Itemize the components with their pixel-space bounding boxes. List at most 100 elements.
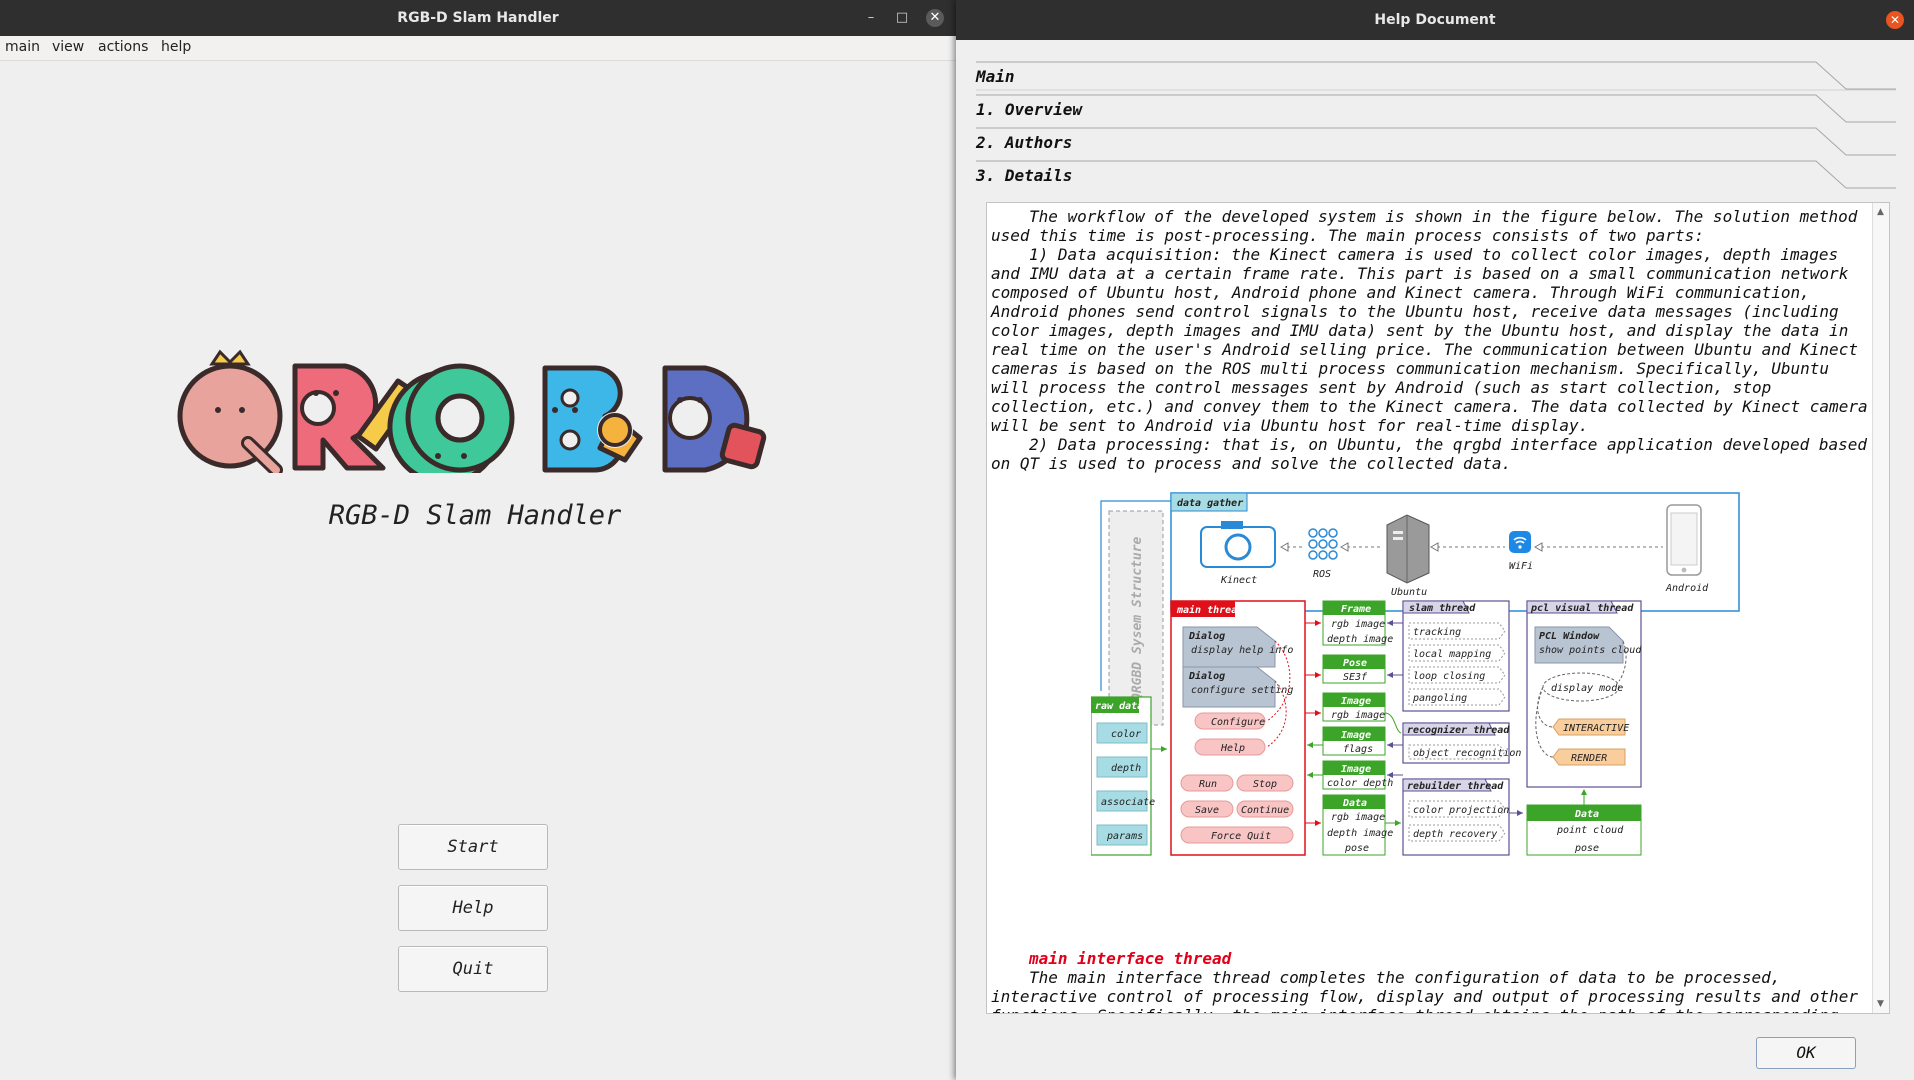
- section-main[interactable]: Main: [976, 61, 1896, 93]
- scroll-down-icon[interactable]: ▼: [1877, 999, 1884, 1009]
- section-details[interactable]: 3. Details: [976, 160, 1896, 192]
- output-data-title: Data: [1574, 809, 1599, 820]
- minimize-button[interactable]: –: [862, 9, 880, 27]
- svg-text:rgb image: rgb image: [1331, 812, 1385, 823]
- menu-actions[interactable]: actions: [98, 39, 148, 55]
- section-details-label: 3. Details: [976, 166, 1073, 185]
- pose-block: Pose SE3f: [1322, 654, 1386, 684]
- force-quit-node: Force Quit: [1211, 831, 1271, 842]
- image-block: Image rgb image: [1322, 692, 1386, 722]
- android-label: Android: [1665, 583, 1709, 594]
- main-window: RGB-D Slam Handler – □ ✕ main view actio…: [0, 0, 956, 1080]
- mode-interactive: INTERACTIVE: [1563, 723, 1629, 734]
- svg-text:Pose: Pose: [1343, 658, 1367, 669]
- scroll-up-icon[interactable]: ▲: [1877, 207, 1884, 217]
- menu-view[interactable]: view: [52, 39, 84, 55]
- help-document-window: Help Document ✕ Main 1. Overview 2. Auth…: [956, 0, 1914, 1080]
- dialog-title: Dialog: [1188, 630, 1225, 642]
- details-text-area[interactable]: The workflow of the developed system is …: [986, 202, 1890, 1014]
- frame-block: Frame rgb image depth image: [1322, 600, 1393, 646]
- ubuntu-server-icon: [1386, 514, 1430, 584]
- paragraph: 2) Data processing: that is, on Ubuntu, …: [991, 435, 1868, 473]
- menu-help[interactable]: help: [161, 39, 191, 55]
- help-button[interactable]: Help: [398, 885, 548, 931]
- main-titlebar: RGB-D Slam Handler – □ ✕: [0, 0, 956, 36]
- slam-item: local mapping: [1413, 649, 1491, 660]
- mode-render: RENDER: [1571, 753, 1607, 764]
- pcl-thread-title: pcl visual thread: [1530, 602, 1634, 614]
- structure-label: QRGBD Sysem Structure: [1130, 536, 1145, 701]
- ok-button[interactable]: OK: [1756, 1037, 1856, 1069]
- wifi-label: WiFi: [1509, 561, 1533, 572]
- close-button[interactable]: ✕: [926, 9, 944, 27]
- raw-data-item: depth: [1111, 763, 1141, 774]
- maximize-button[interactable]: □: [893, 9, 911, 27]
- data-gather-title: data gather: [1177, 498, 1243, 509]
- svg-text:Image: Image: [1341, 730, 1371, 741]
- svg-text:color depth: color depth: [1327, 778, 1393, 789]
- svg-text:depth image: depth image: [1327, 634, 1393, 645]
- paragraph: 1) Data acquisition: the Kinect camera i…: [991, 245, 1868, 435]
- svg-text:rgb image: rgb image: [1331, 710, 1385, 721]
- svg-text:Image: Image: [1341, 764, 1371, 775]
- continue-node: Continue: [1241, 805, 1289, 816]
- slam-item: pangoling: [1412, 693, 1467, 704]
- vertical-scrollbar[interactable]: ▲ ▼: [1872, 203, 1889, 1013]
- ubuntu-label: Ubuntu: [1391, 587, 1427, 598]
- run-node: Run: [1199, 779, 1217, 790]
- configure-node: Configure: [1211, 717, 1265, 728]
- recognizer-thread-title: recognizer thread: [1407, 724, 1510, 736]
- section-overview[interactable]: 1. Overview: [976, 94, 1896, 126]
- help-close-button[interactable]: ✕: [1886, 11, 1904, 29]
- menu-bar: main view actions help: [0, 36, 956, 61]
- details-content: The workflow of the developed system is …: [991, 207, 1869, 1013]
- app-name-label: RGB-D Slam Handler: [328, 500, 622, 531]
- start-button[interactable]: Start: [398, 824, 548, 870]
- section-main-label: Main: [976, 67, 1015, 86]
- ros-icon: [1308, 528, 1338, 560]
- help-window-title: Help Document: [1374, 12, 1496, 28]
- svg-text:Image: Image: [1341, 696, 1371, 707]
- section-authors-label: 2. Authors: [976, 133, 1073, 152]
- svg-text:SE3f: SE3f: [1343, 672, 1368, 683]
- slam-item: tracking: [1413, 627, 1461, 638]
- dialog-text: display help info: [1191, 645, 1293, 656]
- raw-data-item: color: [1111, 729, 1141, 740]
- rebuilder-item: color projection: [1413, 805, 1509, 816]
- quit-button[interactable]: Quit: [398, 946, 548, 992]
- output-data-row: point cloud: [1556, 825, 1624, 836]
- rebuilder-item: depth recovery: [1413, 829, 1497, 840]
- pcl-window-title: PCL Window: [1539, 630, 1600, 642]
- window-title: RGB-D Slam Handler: [397, 10, 559, 26]
- paragraph: The main interface thread completes the …: [991, 968, 1858, 1013]
- slam-item: loop closing: [1413, 671, 1485, 682]
- section-authors[interactable]: 2. Authors: [976, 127, 1896, 159]
- dialog-title: Dialog: [1188, 670, 1225, 682]
- section-overview-label: 1. Overview: [976, 100, 1082, 119]
- kinect-icon: [1200, 521, 1276, 568]
- paragraph: The workflow of the developed system is …: [991, 207, 1858, 245]
- image-block: Image color depth: [1322, 760, 1393, 790]
- svg-text:rgb image: rgb image: [1331, 619, 1385, 630]
- svg-text:depth image: depth image: [1327, 828, 1393, 839]
- image-block: Image flags: [1322, 726, 1386, 756]
- ros-label: ROS: [1313, 569, 1331, 580]
- svg-text:Frame: Frame: [1341, 604, 1371, 615]
- svg-text:flags: flags: [1343, 744, 1373, 755]
- help-node: Help: [1220, 743, 1245, 754]
- svg-text:pose: pose: [1344, 843, 1369, 854]
- raw-data-title: raw data: [1095, 701, 1143, 712]
- raw-data-item: params: [1106, 831, 1143, 842]
- help-titlebar: Help Document ✕: [956, 0, 1914, 40]
- rebuilder-thread-title: rebuilder thread: [1407, 780, 1504, 792]
- pcl-window-text: show points cloud: [1539, 645, 1642, 656]
- menu-main[interactable]: main: [5, 39, 40, 55]
- save-node: Save: [1195, 805, 1219, 816]
- slam-thread-title: slam thread: [1409, 603, 1476, 614]
- kinect-label: Kinect: [1220, 575, 1257, 586]
- main-thread-title: main thread: [1176, 604, 1244, 616]
- system-structure-diagram: QRGBD Sysem Structure data gather Kinect: [1091, 492, 1740, 856]
- android-phone-icon: [1666, 504, 1702, 576]
- recognizer-item: object recognition: [1413, 748, 1521, 759]
- output-data-row: pose: [1574, 843, 1599, 854]
